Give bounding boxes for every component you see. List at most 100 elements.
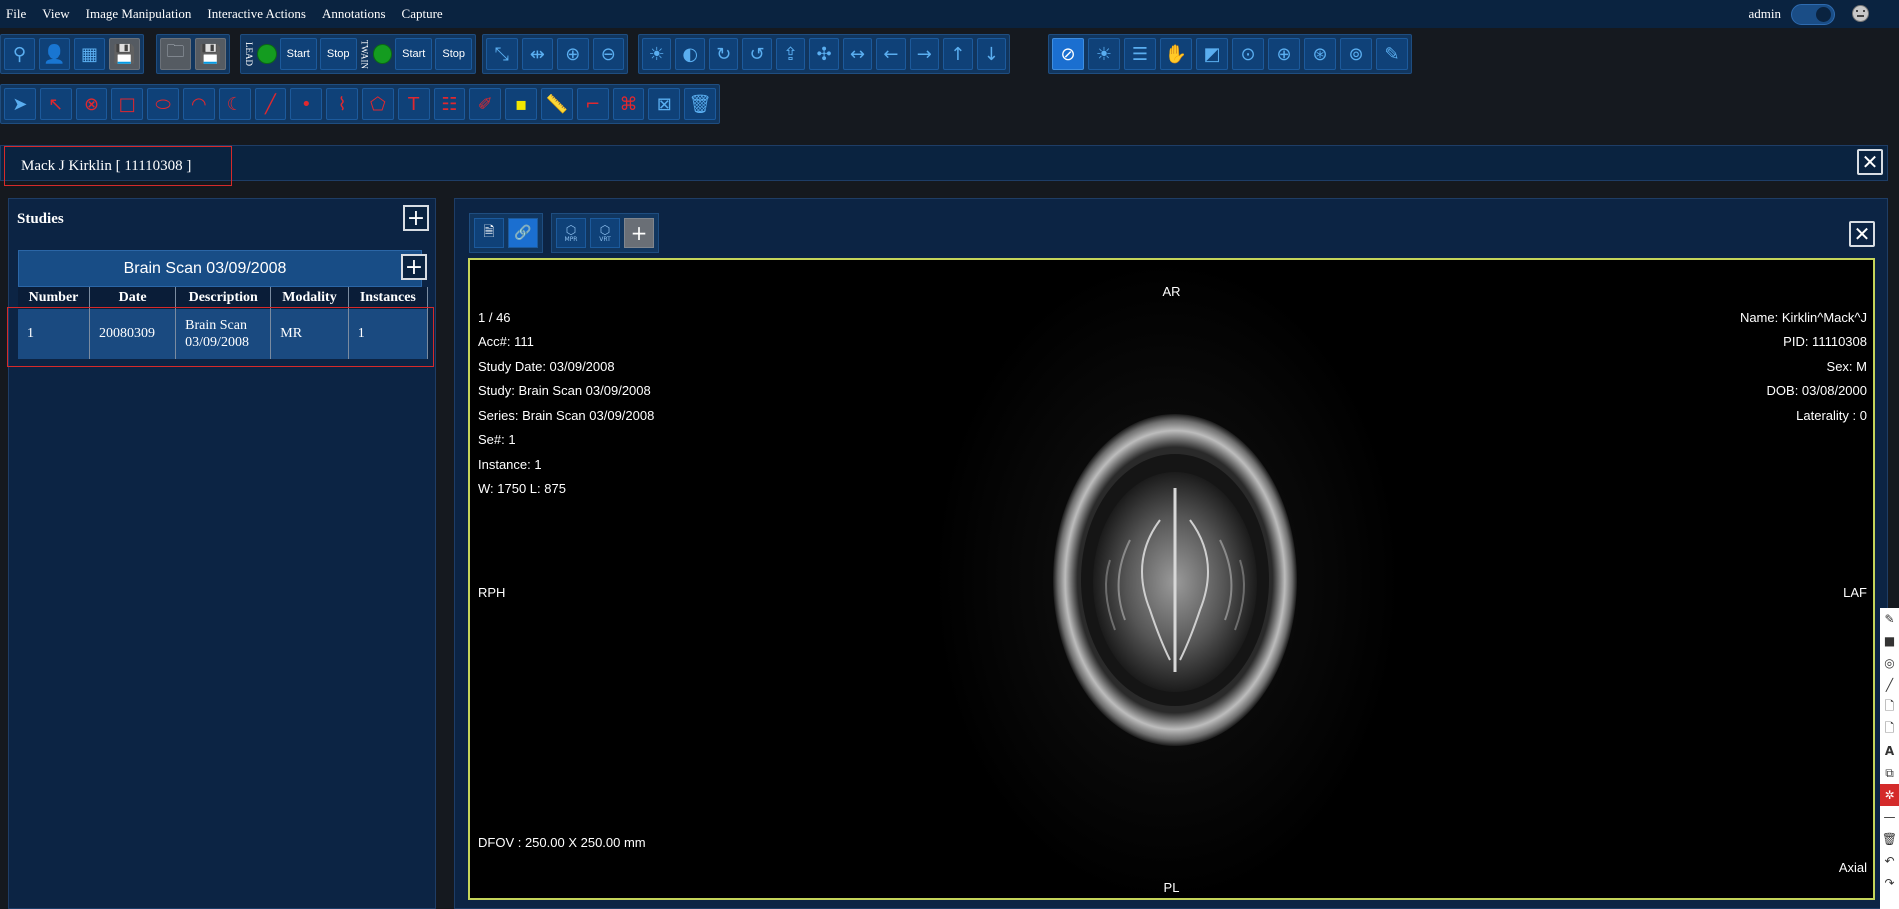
link-icon[interactable]: 🔗 [508, 218, 538, 248]
col-number[interactable]: Number [18, 287, 91, 309]
save-disk-icon[interactable]: 💾 [109, 38, 140, 70]
brightness-icon[interactable]: ☀ [642, 38, 672, 70]
pencil-icon[interactable]: ✎ [1376, 38, 1408, 70]
menu-annotations[interactable]: Annotations [314, 6, 394, 22]
magnify-icon[interactable]: ⊙ [1232, 38, 1264, 70]
menu-file[interactable]: File [0, 6, 34, 22]
select-pointer-icon[interactable]: ➤ [4, 88, 36, 120]
open-folder-icon[interactable]: 🗀 [160, 38, 191, 70]
flip-icon[interactable]: ⇪ [775, 38, 806, 70]
layers-icon[interactable]: ⧉ [1880, 762, 1899, 784]
text-icon[interactable]: T [397, 88, 430, 120]
circle-icon[interactable]: ◎ [1880, 652, 1899, 674]
overlay-series: Series: Brain Scan 03/09/2008 [478, 408, 655, 423]
table-row[interactable]: 1 20080309 Brain Scan 03/09/2008 MR 1 [18, 309, 429, 359]
tag-icon[interactable]: ⌘ [612, 88, 645, 120]
text-tool-icon[interactable]: A [1880, 740, 1899, 762]
study-header[interactable]: Brain Scan 03/09/2008 [18, 250, 422, 287]
close-patient-icon[interactable]: ✕ [1857, 149, 1883, 175]
patient-icon[interactable]: 👤 [39, 38, 70, 70]
menu-interactive-actions[interactable]: Interactive Actions [199, 6, 314, 22]
arrow-left-icon[interactable]: ← [876, 38, 906, 70]
stretch-horizontal-icon[interactable]: ↔ [842, 38, 873, 70]
angle-icon[interactable]: ⌐ [576, 88, 609, 120]
add-viewer-icon[interactable]: + [624, 218, 654, 248]
menu-image-manipulation[interactable]: Image Manipulation [78, 6, 200, 22]
twain-status-led [372, 44, 393, 64]
vrt-button[interactable]: ⬡ VRT [590, 218, 620, 248]
col-description[interactable]: Description [175, 287, 272, 309]
window-level-icon[interactable]: ☀ [1088, 38, 1120, 70]
ruler-icon[interactable]: 📏 [540, 88, 573, 120]
arc-icon[interactable]: ◠ [182, 88, 215, 120]
theme-toggle[interactable] [1791, 4, 1835, 25]
edit-icon[interactable]: ✎ [1880, 608, 1899, 630]
polyline-icon[interactable]: ⌇ [326, 88, 358, 120]
contrast-icon[interactable]: ◐ [675, 38, 705, 70]
twain-stop-button[interactable]: Stop [435, 38, 472, 70]
delete-all-icon[interactable]: 🗑 [684, 88, 716, 120]
rectangle-icon[interactable]: □ [111, 88, 144, 120]
orientation-right: LAF [1843, 585, 1867, 600]
twain-start-button[interactable]: Start [395, 38, 433, 70]
overlay-study: Study: Brain Scan 03/09/2008 [478, 383, 651, 398]
square-icon[interactable]: ■ [1880, 630, 1899, 652]
username: admin [1748, 6, 1782, 21]
magnify-plus-icon[interactable]: ⊕ [1268, 38, 1300, 70]
page-icon[interactable]: 🗋 [1880, 696, 1899, 718]
magnify-region-icon[interactable]: ⊛ [1304, 38, 1336, 70]
col-instances[interactable]: Instances [348, 287, 429, 309]
menu-capture[interactable]: Capture [394, 6, 451, 22]
col-date[interactable]: Date [89, 287, 177, 309]
cross-circle-icon[interactable]: ⊗ [75, 88, 108, 120]
arrow-annotation-icon[interactable]: ↖ [39, 88, 72, 120]
highlight-select-icon[interactable]: ▪ [505, 88, 537, 120]
document-icon[interactable]: 🗎 [474, 218, 504, 248]
close-viewer-icon[interactable]: ✕ [1849, 221, 1875, 247]
curve-icon[interactable]: ☾ [218, 88, 251, 120]
magnify-reset-icon[interactable]: ⊚ [1340, 38, 1372, 70]
line-tool-icon[interactable]: ╱ [1880, 674, 1899, 696]
col-modality[interactable]: Modality [270, 287, 349, 309]
clear-selected-icon[interactable]: ⊠ [648, 88, 681, 120]
fit-icon[interactable]: ⤡ [486, 38, 518, 70]
layout-icon[interactable]: ▦ [74, 38, 105, 70]
line-icon[interactable]: ╱ [254, 88, 287, 120]
image-viewport[interactable]: AR PL RPH LAF 1 / 46 Acc#: 111 Study Dat… [468, 258, 1875, 900]
settings-icon[interactable]: ✲ [1880, 784, 1899, 806]
arrow-right-icon[interactable]: → [909, 38, 940, 70]
note-icon[interactable]: ☷ [433, 88, 466, 120]
polygon-icon[interactable]: ⬠ [361, 88, 394, 120]
page-edit-icon[interactable]: 🗋 [1880, 718, 1899, 740]
search-patient-icon[interactable]: ⚲ [4, 38, 35, 70]
add-study-icon[interactable]: + [403, 205, 429, 231]
no-action-icon[interactable]: ⊘ [1052, 38, 1084, 70]
trash-icon[interactable]: 🗑 [1880, 828, 1899, 850]
region-icon[interactable]: ◩ [1196, 38, 1228, 70]
actual-size-icon[interactable]: ⇹ [521, 38, 553, 70]
patient-header[interactable]: Mack J Kirklin [ 11110308 ] [4, 146, 232, 186]
undo-icon[interactable]: ↶ [1880, 850, 1899, 872]
menu-view[interactable]: View [34, 6, 77, 22]
lead-stop-button[interactable]: Stop [319, 38, 357, 70]
lead-start-button[interactable]: Start [279, 38, 317, 70]
center-icon[interactable]: ✣ [809, 38, 839, 70]
stack-icon[interactable]: ☰ [1124, 38, 1156, 70]
ellipse-icon[interactable]: ⬭ [147, 88, 179, 120]
arrow-up-icon[interactable]: ↑ [943, 38, 973, 70]
mpr-button[interactable]: ⬡ MPR [556, 218, 586, 248]
highlight-pen-icon[interactable]: ✐ [469, 88, 502, 120]
zoom-out-icon[interactable]: ⊖ [592, 38, 624, 70]
save-icon[interactable]: 💾 [195, 38, 226, 70]
studies-table: Number Date Description Modality Instanc… [18, 287, 429, 359]
arrow-down-icon[interactable]: ↓ [976, 38, 1006, 70]
user-avatar-icon[interactable] [1852, 5, 1869, 22]
point-icon[interactable]: • [290, 88, 323, 120]
side-tool-strip: ✎ ■ ◎ ╱ 🗋 🗋 A ⧉ ✲ — 🗑 ↶ ↷ [1880, 608, 1899, 909]
redo-icon[interactable]: ↷ [1880, 872, 1899, 894]
add-series-icon[interactable]: + [401, 254, 427, 280]
zoom-in-icon[interactable]: ⊕ [557, 38, 589, 70]
rotate-cw-icon[interactable]: ↻ [708, 38, 739, 70]
pan-hand-icon[interactable]: ✋ [1160, 38, 1192, 70]
rotate-ccw-icon[interactable]: ↺ [742, 38, 772, 70]
